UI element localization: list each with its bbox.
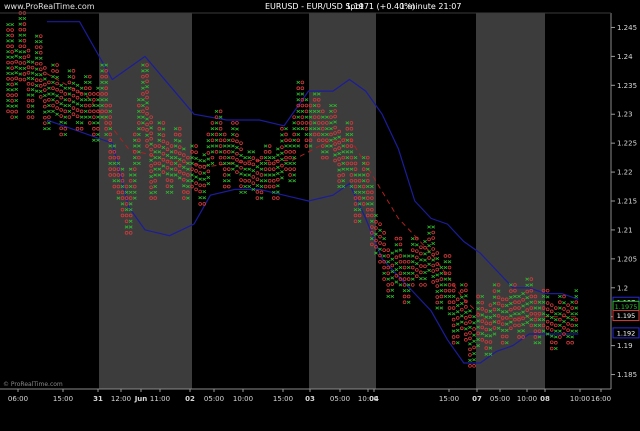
y-tick-label: 1.24 — [617, 53, 633, 61]
last-price-label: 1.1975 — [612, 300, 640, 312]
chart-window: 1.185 1.19 1.195 1.2 1.205 1.21 1.215 1.22 1.225… — [0, 0, 640, 427]
x-tick-label: 31 — [93, 395, 103, 403]
y-tick-label: 1.205 — [617, 255, 637, 263]
price-chart[interactable]: 1.185 1.19 1.195 1.2 1.205 1.21 1.215 1.22 1.225… — [0, 0, 640, 427]
y-tick-label: 1.225 — [617, 140, 637, 148]
x-tick-label: 04 — [369, 395, 379, 403]
x-tick-label: 15:00 — [439, 395, 459, 403]
y-tick-label: 1.2 — [617, 284, 628, 292]
x-tick-label: 05:00 — [204, 395, 224, 403]
lower-band-label-text: 1.192 — [617, 329, 636, 337]
x-tick-label: 05:00 — [490, 395, 510, 403]
watermark: © ProRealTime.com — [3, 381, 63, 388]
y-tick-label: 1.22 — [617, 169, 633, 177]
x-tick-label: 06:00 — [8, 395, 28, 403]
x-tick-label: 11:00 — [150, 395, 170, 403]
y-tick-label: 1.185 — [617, 371, 637, 379]
x-tick-label: 08 — [540, 395, 550, 403]
last-price-label-text: 1.1975 — [615, 303, 638, 311]
x-tick-label: 03 — [305, 395, 315, 403]
y-tick-label: 1.23 — [617, 111, 633, 119]
y-tick-label: 1.215 — [617, 198, 637, 206]
average-label: 1.195 — [612, 310, 640, 322]
x-tick-label: 07 — [472, 395, 482, 403]
x-tick-label: 12:00 — [111, 395, 131, 403]
y-tick-label: 1.21 — [617, 226, 633, 234]
price-labels: 1.1971.19751.1951.192 — [612, 296, 640, 339]
average-label-text: 1.195 — [617, 312, 636, 320]
x-tick-label: Jun — [134, 395, 148, 403]
y-tick-label: 1.235 — [617, 82, 637, 90]
x-tick-label: 10:00 — [233, 395, 253, 403]
x-tick-label: 15:00 — [53, 395, 73, 403]
x-tick-label: 10:00 — [517, 395, 537, 403]
lower-band-label: 1.192 — [612, 327, 640, 339]
y-tick-label: 1.19 — [617, 342, 633, 350]
session-shade-03 — [309, 13, 376, 389]
x-tick-label: 05:00 — [330, 395, 350, 403]
x-tick-label: 16:00 — [591, 395, 611, 403]
interval-time: 1 minute 21:07 — [400, 2, 461, 11]
session-shading — [99, 13, 545, 389]
site-label[interactable]: www.ProRealTime.com — [4, 2, 95, 11]
x-tick-label: 15:00 — [273, 395, 293, 403]
x-tick-label: 02 — [185, 395, 195, 403]
x-tick-label: 10:00 — [570, 395, 590, 403]
y-tick-label: 1.245 — [617, 24, 637, 32]
